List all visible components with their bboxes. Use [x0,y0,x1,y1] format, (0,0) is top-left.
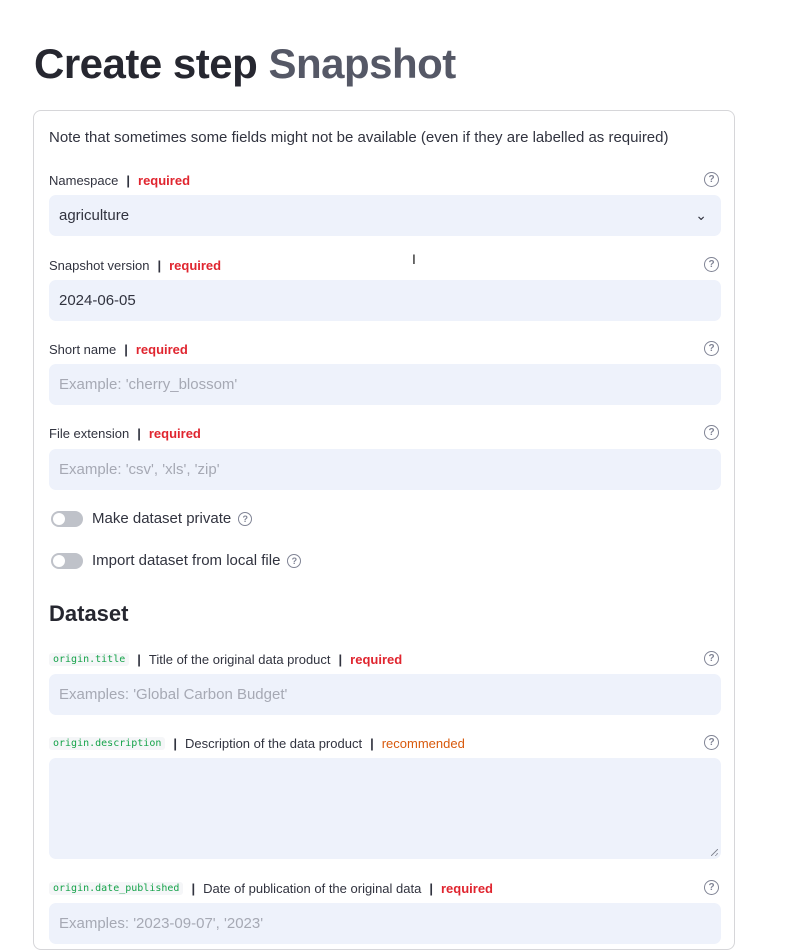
required-tag: required [440,880,493,896]
separator: | [124,341,128,357]
separator: | [137,651,141,667]
form-note: Note that sometimes some fields might no… [49,129,669,146]
origin-date-published-label-text: Date of publication of the original data [203,880,422,896]
short-name-label-text: Short name [49,341,117,357]
section-title-dataset: Dataset [49,601,129,626]
field-code: origin.title [49,652,130,666]
short-name-input[interactable]: Example: 'cherry_blossom' [49,364,721,405]
help-icon[interactable]: ? [704,341,719,356]
namespace-select[interactable]: agriculture ⌄ [49,195,721,236]
origin-date-published-placeholder: Examples: '2023-09-07', '2023' [59,915,264,932]
local-file-toggle-switch[interactable] [51,552,83,569]
snapshot-form: Note that sometimes some fields might no… [33,110,735,950]
namespace-selected-value: agriculture [59,207,130,224]
help-icon[interactable]: ? [704,257,719,272]
page-title-accent: Snapshot [268,40,456,87]
local-file-toggle-row[interactable]: Import dataset from local file ? [51,552,302,569]
required-tag: required [135,341,188,357]
snapshot-version-label: Snapshot version | required [49,256,221,274]
origin-date-published-label: origin.date_published | Date of publicat… [49,879,493,897]
file-extension-input[interactable]: Example: 'csv', 'xls', 'zip' [49,449,721,490]
short-name-placeholder: Example: 'cherry_blossom' [59,376,238,393]
separator: | [157,257,162,273]
separator: | [338,651,343,667]
separator: | [126,172,131,188]
help-icon[interactable]: ? [704,735,719,750]
snapshot-version-label-text: Snapshot version [49,257,150,273]
required-tag: required [350,651,403,667]
origin-description-label: origin.description | Description of the … [49,734,465,752]
origin-title-input[interactable]: Examples: 'Global Carbon Budget' [49,674,721,715]
origin-title-placeholder: Examples: 'Global Carbon Budget' [59,686,288,703]
private-toggle-row[interactable]: Make dataset private ? [51,510,253,527]
file-extension-label: File extension | required [49,424,201,442]
origin-date-published-input[interactable]: Examples: '2023-09-07', '2023' [49,903,721,944]
origin-description-textarea[interactable] [49,758,721,859]
namespace-label: Namespace | required [49,171,190,189]
private-toggle-switch[interactable] [51,510,83,527]
origin-title-label: origin.title | Title of the original dat… [49,650,402,668]
snapshot-version-value: 2024-06-05 [59,292,136,309]
local-file-toggle-label: Import dataset from local file [92,552,281,569]
required-tag: required [138,172,191,188]
origin-description-label-text: Description of the data product [185,735,363,751]
separator: | [173,735,178,751]
separator: | [191,880,196,896]
field-code: origin.date_published [49,881,184,895]
private-toggle-label: Make dataset private [92,510,232,527]
required-tag: required [169,257,222,273]
recommended-tag: recommended [381,735,465,751]
file-extension-placeholder: Example: 'csv', 'xls', 'zip' [59,461,220,478]
origin-title-label-text: Title of the original data product [148,651,331,667]
help-icon[interactable]: ? [704,425,719,440]
chevron-down-icon: ⌄ [695,207,707,223]
required-tag: required [148,425,201,441]
help-icon[interactable]: ? [704,651,719,666]
snapshot-version-input[interactable]: 2024-06-05 [49,280,721,321]
help-icon[interactable]: ? [238,511,253,526]
short-name-label: Short name | required [49,340,188,358]
help-icon[interactable]: ? [704,880,719,895]
separator: | [137,425,141,441]
resize-handle-icon[interactable] [711,849,718,856]
page-title: Create step Snapshot [34,40,456,88]
help-icon[interactable]: ? [704,172,719,187]
help-icon[interactable]: ? [287,553,302,568]
file-extension-label-text: File extension [49,425,130,441]
separator: | [370,735,374,751]
field-code: origin.description [49,736,166,750]
page-title-prefix: Create step [34,40,258,87]
namespace-label-text: Namespace [49,172,119,188]
separator: | [429,880,433,896]
